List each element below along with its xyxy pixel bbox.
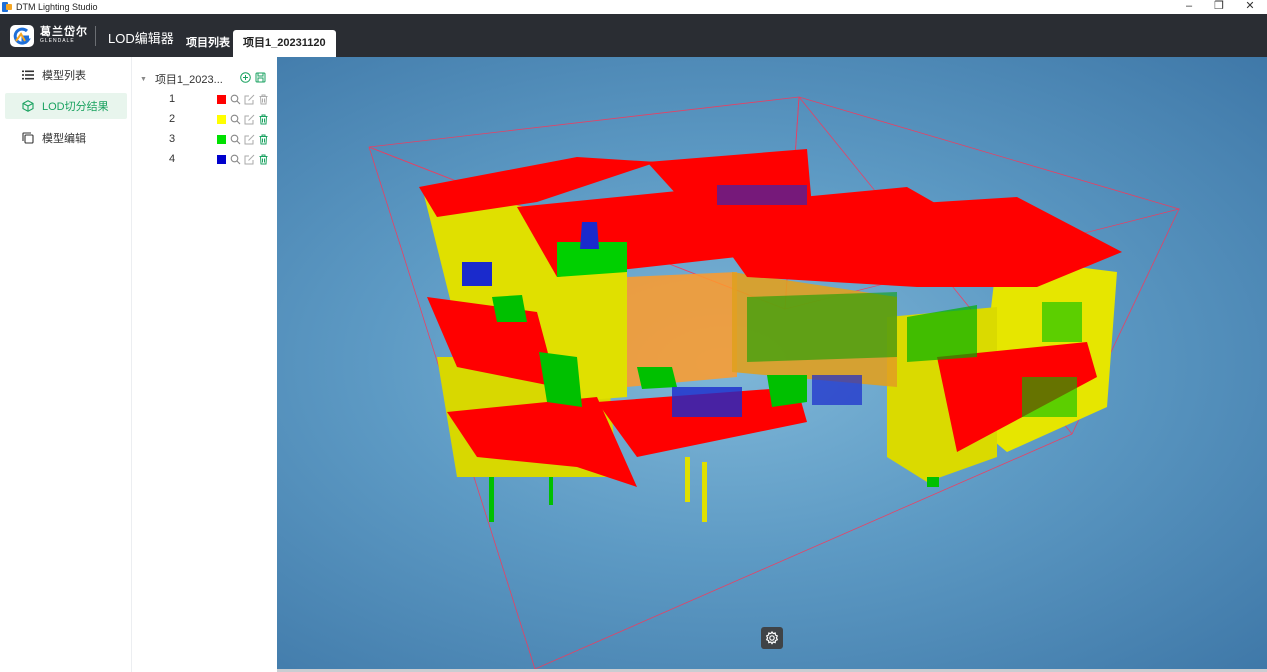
close-button[interactable]: ✕ — [1235, 0, 1265, 14]
tab-project-list[interactable]: 项目列表 — [176, 30, 240, 57]
settings-button[interactable] — [761, 627, 783, 649]
list-item[interactable]: 3 — [132, 132, 277, 148]
sidebar-item-model-list[interactable]: 模型列表 — [5, 62, 127, 88]
building-model — [419, 149, 1122, 522]
window-title: DTM Lighting Studio — [16, 2, 98, 12]
title-bar: DTM Lighting Studio — [0, 0, 1267, 14]
edit-icon[interactable] — [244, 134, 255, 145]
glendale-logo-icon — [10, 25, 34, 47]
color-swatch[interactable] — [217, 155, 226, 164]
sidebar-item-label: 模型编辑 — [42, 133, 86, 145]
minimize-button[interactable]: – — [1174, 0, 1204, 14]
add-circle-icon[interactable] — [240, 72, 251, 83]
sidebar-item-lod-result[interactable]: LOD切分结果 — [5, 93, 127, 119]
cube-icon — [22, 100, 34, 112]
lod-level-number: 2 — [169, 113, 176, 125]
trash-icon[interactable] — [258, 114, 269, 125]
list-item[interactable]: 1 — [132, 92, 277, 108]
caret-down-icon[interactable]: ▼ — [140, 76, 147, 83]
brand-name: 葛兰岱尔 GLENDALE — [40, 26, 88, 45]
tree-root-label: 项目1_2023... — [154, 74, 223, 86]
color-swatch[interactable] — [217, 115, 226, 124]
lod-level-number: 3 — [169, 133, 176, 145]
lod-level-number: 4 — [169, 153, 176, 165]
sidebar-item-label: LOD切分结果 — [42, 101, 109, 113]
edit-icon[interactable] — [244, 154, 255, 165]
lod-level-number: 1 — [169, 93, 176, 105]
search-icon[interactable] — [230, 94, 241, 105]
lod-tree-panel: ▼ 项目1_2023... 1 2 3 4 — [132, 57, 277, 672]
search-icon[interactable] — [230, 134, 241, 145]
app-title: LOD编辑器 — [108, 31, 174, 46]
sidebar-item-label: 模型列表 — [42, 70, 86, 82]
search-icon[interactable] — [230, 154, 241, 165]
list-icon — [22, 69, 34, 81]
color-swatch[interactable] — [217, 135, 226, 144]
brand-name-cn: 葛兰岱尔 — [40, 25, 88, 38]
app-logo-icon — [2, 2, 12, 12]
sidebar: 模型列表 LOD切分结果 模型编辑 — [0, 57, 132, 672]
3d-viewport[interactable] — [277, 57, 1267, 669]
tree-root[interactable]: ▼ 项目1_2023... — [140, 72, 270, 86]
edit-icon[interactable] — [244, 94, 255, 105]
search-icon[interactable] — [230, 114, 241, 125]
layers-icon — [22, 132, 34, 144]
header-divider — [95, 26, 96, 46]
brand-name-en: GLENDALE — [40, 38, 75, 44]
sidebar-item-model-edit[interactable]: 模型编辑 — [5, 125, 127, 151]
list-item[interactable]: 2 — [132, 112, 277, 128]
edit-icon[interactable] — [244, 114, 255, 125]
save-icon[interactable] — [255, 72, 266, 83]
color-swatch[interactable] — [217, 95, 226, 104]
trash-icon[interactable] — [258, 154, 269, 165]
trash-icon[interactable] — [258, 134, 269, 145]
lod-model-render — [368, 96, 1181, 669]
tab-project-1[interactable]: 项目1_20231120 — [233, 30, 336, 57]
restore-button[interactable]: ❐ — [1204, 0, 1234, 14]
list-item[interactable]: 4 — [132, 152, 277, 168]
trash-icon[interactable] — [258, 94, 269, 105]
gear-icon — [765, 631, 779, 645]
